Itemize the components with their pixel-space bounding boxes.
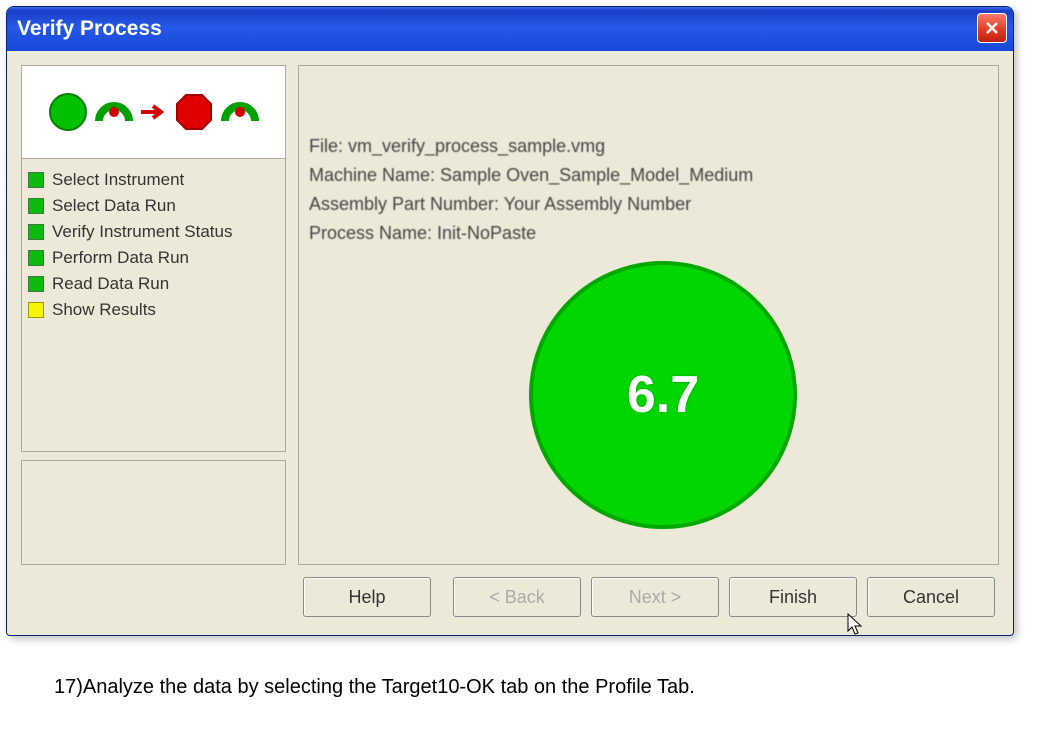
step-item[interactable]: Perform Data Run (28, 245, 279, 271)
step-label: Read Data Run (52, 274, 169, 294)
result-value: 6.7 (627, 365, 699, 425)
step-item[interactable]: Read Data Run (28, 271, 279, 297)
info-file: File: vm_verify_process_sample.vmg (309, 136, 988, 157)
status-square-icon (28, 172, 44, 188)
button-label: Next > (629, 587, 682, 608)
process-icon-box (21, 65, 286, 159)
cancel-button[interactable]: Cancel (867, 577, 995, 617)
status-square-icon (28, 198, 44, 214)
green-circle-icon (47, 91, 89, 133)
finish-button[interactable]: Finish (729, 577, 857, 617)
info-process: Process Name: Init-NoPaste (309, 223, 988, 244)
gauge-green-icon (93, 91, 135, 133)
info-assembly: Assembly Part Number: Your Assembly Numb… (309, 194, 988, 215)
status-square-icon (28, 276, 44, 292)
close-icon (985, 21, 999, 35)
status-square-icon (28, 302, 44, 318)
gauge-green-icon-2 (219, 91, 261, 133)
step-label: Perform Data Run (52, 248, 189, 268)
close-button[interactable] (977, 13, 1007, 43)
step-list: Select Instrument Select Data Run Verify… (21, 159, 286, 452)
cursor-icon (847, 613, 865, 636)
content-area: Select Instrument Select Data Run Verify… (7, 51, 1013, 565)
result-circle: 6.7 (529, 261, 797, 529)
verify-process-window: Verify Process (6, 6, 1014, 636)
status-square-icon (28, 224, 44, 240)
button-label: Help (348, 587, 385, 608)
step-item[interactable]: Select Data Run (28, 193, 279, 219)
button-label: < Back (489, 587, 545, 608)
step-label: Verify Instrument Status (52, 222, 232, 242)
button-label: Finish (769, 587, 817, 608)
next-button: Next > (591, 577, 719, 617)
arrow-right-icon (139, 102, 169, 122)
main-panel: File: vm_verify_process_sample.vmg Machi… (298, 65, 999, 565)
left-panel: Select Instrument Select Data Run Verify… (21, 65, 286, 565)
back-button: < Back (453, 577, 581, 617)
help-button[interactable]: Help (303, 577, 431, 617)
step-label: Select Instrument (52, 170, 184, 190)
status-square-icon (28, 250, 44, 266)
lower-left-box (21, 460, 286, 565)
info-machine: Machine Name: Sample Oven_Sample_Model_M… (309, 165, 988, 186)
step-label: Select Data Run (52, 196, 176, 216)
stop-octagon-icon (173, 91, 215, 133)
step-item[interactable]: Select Instrument (28, 167, 279, 193)
step-label: Show Results (52, 300, 156, 320)
instruction-caption: 17)Analyze the data by selecting the Tar… (0, 642, 1039, 699)
titlebar[interactable]: Verify Process (7, 7, 1013, 51)
step-item[interactable]: Verify Instrument Status (28, 219, 279, 245)
step-item[interactable]: Show Results (28, 297, 279, 323)
window-title: Verify Process (17, 17, 162, 41)
button-label: Cancel (903, 587, 959, 608)
